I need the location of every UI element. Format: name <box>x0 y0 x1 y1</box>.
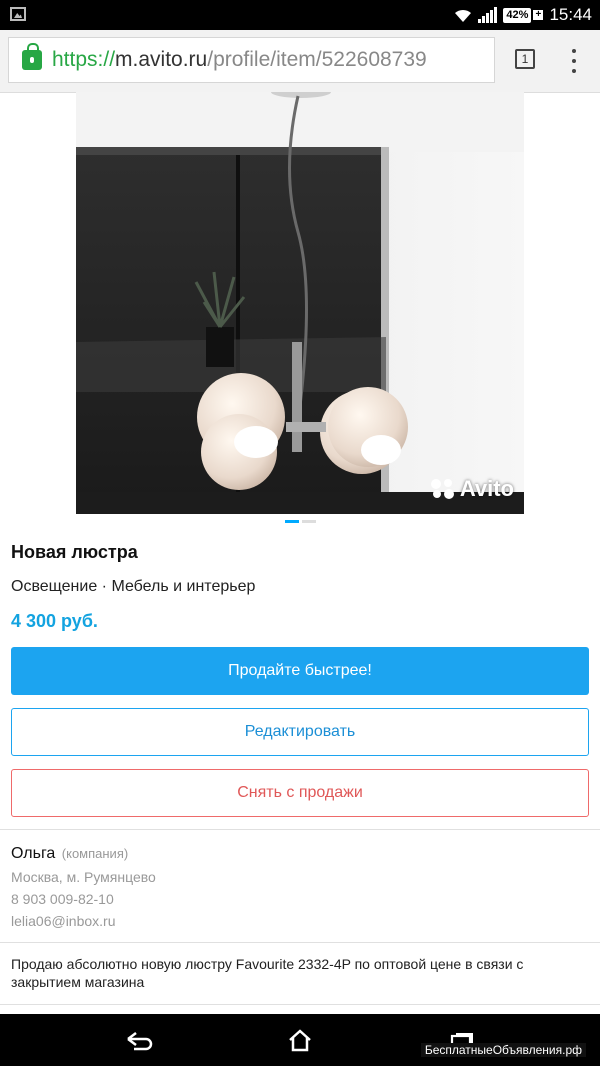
address-bar[interactable]: https://m.avito.ru/profile/item/52260873… <box>8 37 495 83</box>
listing-category: Освещение · Мебель и интерьер <box>11 578 256 595</box>
status-bar: 42% + 15:44 <box>0 0 600 30</box>
clock: 15:44 <box>549 5 592 24</box>
sell-faster-button[interactable]: Продайте быстрее! <box>11 647 589 695</box>
seller-name-text: Ольга <box>11 845 56 862</box>
watermark-text: Avito <box>459 476 514 501</box>
listing-title: Новая люстра <box>11 542 138 562</box>
lock-icon <box>22 43 42 70</box>
back-icon[interactable] <box>124 1030 154 1052</box>
seller-phone[interactable]: 8 903 009-82-10 <box>11 891 114 907</box>
charging-icon: + <box>533 10 544 20</box>
url-text: https://m.avito.ru/profile/item/52260873… <box>52 48 427 72</box>
wifi-icon <box>455 9 472 22</box>
avito-logo-icon <box>430 479 454 499</box>
remove-from-sale-button[interactable]: Снять с продажи <box>11 769 589 817</box>
url-path: /profile/item/522608739 <box>207 48 427 71</box>
battery-percent: 42% <box>503 7 532 23</box>
seller-location: Москва, м. Румянцево <box>11 869 156 885</box>
home-icon[interactable] <box>287 1028 313 1052</box>
navigation-bar <box>0 1014 600 1066</box>
url-scheme: https:// <box>52 48 116 71</box>
listing-description: Продаю абсолютно новую люстру Favourite … <box>11 956 524 990</box>
edit-button[interactable]: Редактировать <box>11 708 589 756</box>
seller-name: Ольга (компания) <box>11 845 128 863</box>
seller-email[interactable]: lelia06@inbox.ru <box>11 913 116 929</box>
divider <box>0 942 600 943</box>
avito-watermark: Avito <box>430 476 514 502</box>
browser-toolbar: https://m.avito.ru/profile/item/52260873… <box>0 30 600 93</box>
chandelier-photo <box>76 92 524 514</box>
site-watermark: БесплатныеОбъявления.рф <box>420 1043 586 1057</box>
tab-switcher-button[interactable]: 1 <box>515 49 535 69</box>
url-host: m.avito.ru <box>115 48 208 71</box>
listing-price: 4 300 руб. <box>11 611 98 631</box>
gallery-pager <box>285 520 316 523</box>
signal-icon <box>478 7 498 23</box>
seller-type: (компания) <box>61 846 129 861</box>
pager-dot <box>302 520 316 523</box>
picture-notification-icon <box>10 7 26 21</box>
battery-indicator: 42% + <box>503 7 544 23</box>
divider <box>0 829 600 830</box>
pager-dot-active <box>285 520 299 523</box>
listing-photo[interactable]: Avito <box>76 92 524 514</box>
divider <box>0 1004 600 1005</box>
status-icons: 42% + 15:44 <box>454 0 592 30</box>
overflow-menu-icon[interactable] <box>570 49 578 73</box>
